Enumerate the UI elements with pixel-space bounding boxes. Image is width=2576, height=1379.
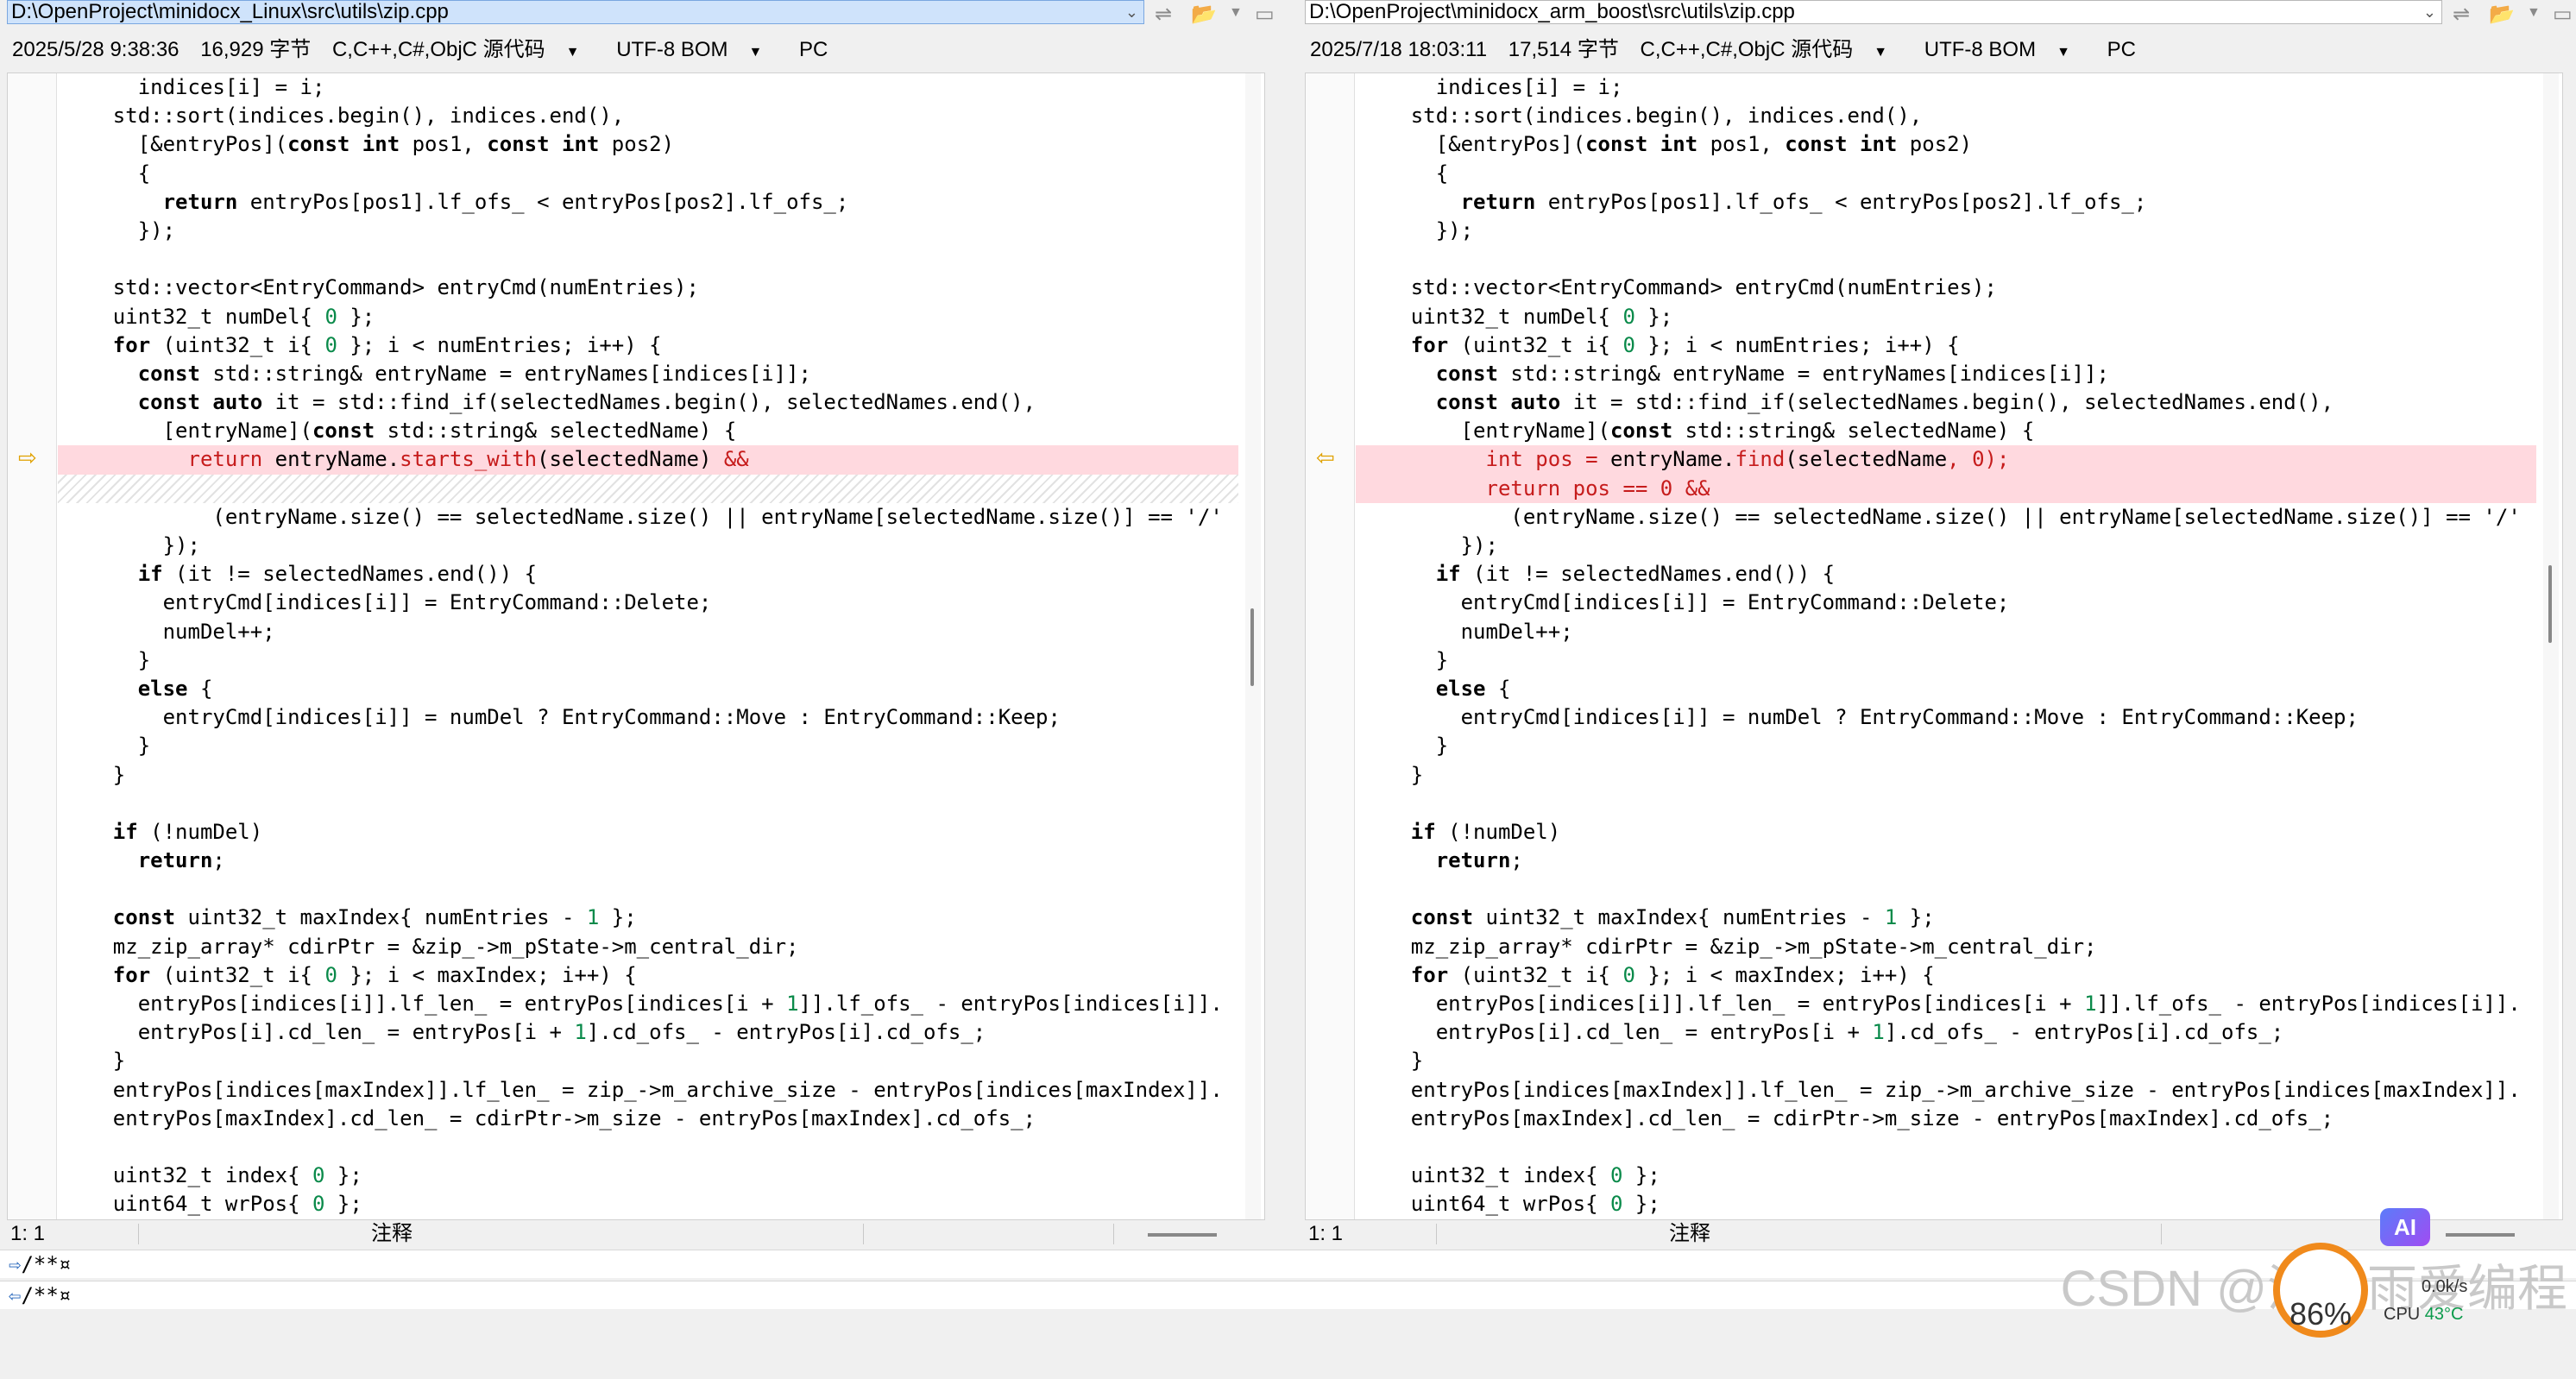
diff-line-changed: return pos == 0 && xyxy=(1356,474,2536,503)
chevron-down-icon[interactable]: ▼ xyxy=(1229,5,1243,21)
left-encoding[interactable]: UTF-8 BOM ▼ xyxy=(616,38,778,61)
copy-icon[interactable]: ⇌ xyxy=(2453,2,2470,27)
right-timestamp: 2025/7/18 18:03:11 xyxy=(1310,38,1488,61)
left-section: 注释 xyxy=(371,1222,413,1245)
right-scroll-thumb[interactable] xyxy=(2548,565,2552,643)
save-icon[interactable]: ▭ xyxy=(2553,2,2573,27)
diff-line-changed: return entryName.starts_with(selectedNam… xyxy=(58,445,1238,475)
left-scroll-thumb[interactable] xyxy=(1250,608,1254,686)
left-status-bar: 1: 1 注释 xyxy=(0,1220,1277,1248)
left-size: 16,929 字节 xyxy=(200,38,312,61)
right-file-info: 2025/7/18 18:03:11 17,514 字节 C,C++,C#,Ob… xyxy=(1298,33,2576,67)
left-cursor-position: 1: 1 xyxy=(10,1222,46,1245)
performance-gauge: 86% xyxy=(2273,1243,2368,1338)
right-section: 注释 xyxy=(1669,1222,1710,1245)
right-pane: D:\OpenProject\minidocx_arm_boost\src\ut… xyxy=(1298,0,2576,1248)
right-size: 17,514 字节 xyxy=(1508,38,1619,61)
right-path-bar: D:\OpenProject\minidocx_arm_boost\src\ut… xyxy=(1298,0,2575,26)
left-pane: D:\OpenProject\minidocx_Linux\src\utils\… xyxy=(0,0,1277,1248)
right-cursor-position: 1: 1 xyxy=(1308,1222,1344,1245)
left-lineend[interactable]: PC xyxy=(799,38,828,61)
right-gutter: ⇦ xyxy=(1306,73,1355,1219)
left-gutter: ⇨ xyxy=(8,73,57,1219)
diff-line-placeholder xyxy=(58,474,1238,503)
left-path-bar: D:\OpenProject\minidocx_Linux\src\utils\… xyxy=(0,0,1277,26)
left-editor[interactable]: ⇨ indices[i] = i; std::sort(indices.begi… xyxy=(7,72,1265,1220)
network-speed: 0.0k/s xyxy=(2422,1277,2468,1296)
chevron-down-icon[interactable]: ⌄ xyxy=(1125,1,1138,23)
left-horizontal-scroll[interactable] xyxy=(1148,1233,1217,1237)
right-vertical-scrollbar[interactable] xyxy=(2543,73,2559,1219)
right-path-text: D:\OpenProject\minidocx_arm_boost\src\ut… xyxy=(1309,0,1795,23)
cpu-temp: CPU 43°C xyxy=(2384,1305,2464,1324)
right-editor[interactable]: ⇦ indices[i] = i; std::sort(indices.begi… xyxy=(1305,72,2563,1220)
folder-icon[interactable]: 📂 xyxy=(2489,2,2515,27)
arrow-right-icon: ⇨ xyxy=(9,1252,22,1276)
right-lineend[interactable]: PC xyxy=(2107,38,2136,61)
left-code[interactable]: indices[i] = i; std::sort(indices.begin(… xyxy=(58,73,1238,1219)
right-horizontal-scroll[interactable] xyxy=(2446,1233,2515,1237)
right-language[interactable]: C,C++,C#,ObjC 源代码 ▼ xyxy=(1641,38,1904,61)
left-timestamp: 2025/5/28 9:38:36 xyxy=(12,38,180,61)
left-path-input[interactable]: D:\OpenProject\minidocx_Linux\src\utils\… xyxy=(7,0,1144,24)
chevron-down-icon[interactable]: ▼ xyxy=(2527,5,2541,21)
ai-badge[interactable]: AI xyxy=(2380,1208,2430,1246)
left-file-info: 2025/5/28 9:38:36 16,929 字节 C,C++,C#,Obj… xyxy=(0,33,1289,67)
left-vertical-scrollbar[interactable] xyxy=(1245,73,1261,1219)
right-code[interactable]: indices[i] = i; std::sort(indices.begin(… xyxy=(1356,73,2536,1219)
right-path-input[interactable]: D:\OpenProject\minidocx_arm_boost\src\ut… xyxy=(1305,0,2442,24)
save-icon[interactable]: ▭ xyxy=(1255,2,1275,27)
copy-icon[interactable]: ⇌ xyxy=(1155,2,1172,27)
arrow-right-icon[interactable]: ⇨ xyxy=(18,444,37,471)
arrow-left-icon[interactable]: ⇦ xyxy=(1316,444,1335,471)
right-encoding[interactable]: UTF-8 BOM ▼ xyxy=(1924,38,2086,61)
chevron-down-icon[interactable]: ⌄ xyxy=(2423,1,2436,23)
folder-icon[interactable]: 📂 xyxy=(1191,2,1217,27)
left-path-text: D:\OpenProject\minidocx_Linux\src\utils\… xyxy=(11,0,449,23)
diff-line-changed: int pos = entryName.find(selectedName, 0… xyxy=(1356,445,2536,475)
left-language[interactable]: C,C++,C#,ObjC 源代码 ▼ xyxy=(332,38,595,61)
arrow-left-icon: ⇦ xyxy=(9,1283,22,1307)
